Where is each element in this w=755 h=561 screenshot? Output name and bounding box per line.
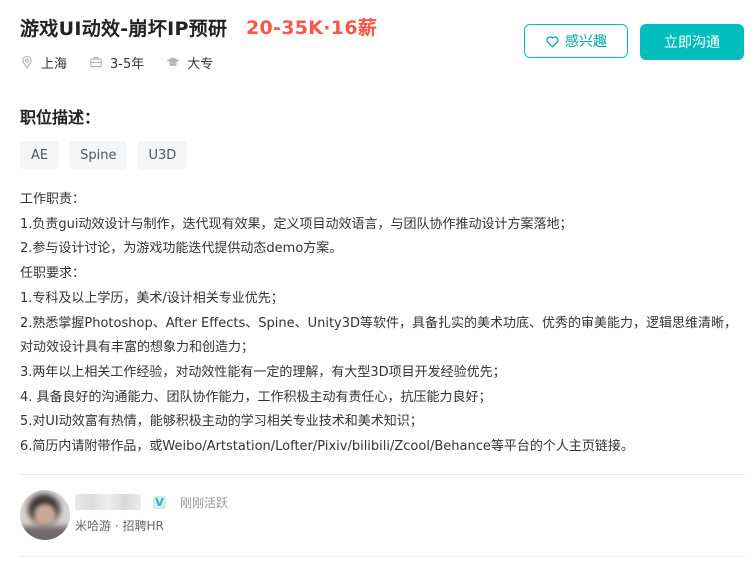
description-line: 1.专科及以上学历，美术/设计相关专业优先；	[20, 290, 284, 306]
avatar[interactable]	[20, 490, 70, 540]
skill-tag[interactable]: U3D	[137, 141, 188, 169]
section-title: 职位描述：	[20, 108, 101, 127]
description-line: 5.对UI动效富有热情，能够积极主动的学习相关专业技术和美术知识；	[20, 414, 423, 430]
description-line: 6.简历内请附带作品，或Weibo/Artstation/Lofter/Pixi…	[20, 439, 634, 455]
recruiter-company-role: 米哈游 · 招聘HR	[75, 519, 164, 533]
divider	[20, 474, 745, 475]
interest-button-label: 感兴趣	[565, 34, 607, 50]
location-icon	[22, 55, 32, 69]
job-meta: 上海 3-5年 大专	[20, 52, 235, 72]
interest-button[interactable]: 感兴趣	[524, 24, 628, 58]
recruiter-card[interactable]: V 刚刚活跃 米哈游 · 招聘HR	[20, 485, 420, 545]
skill-tags: AE Spine U3D	[20, 141, 188, 169]
skill-tag[interactable]: Spine	[69, 141, 128, 169]
meta-experience: 3-5年	[89, 53, 144, 72]
chat-now-button-label: 立即沟通	[664, 35, 720, 51]
education-text: 大专	[187, 56, 214, 72]
job-header: 游戏UI动效-崩坏IP预研 20-35K·16薪	[20, 10, 745, 46]
skill-tag[interactable]: AE	[20, 141, 60, 169]
description-line: 1.负责gui动效设计与制作，迭代现有效果，定义项目动效语言，与团队协作推动设计…	[20, 216, 573, 232]
recruiter-name-blurred	[75, 494, 141, 510]
city-text: 上海	[41, 56, 68, 72]
briefcase-icon	[90, 57, 102, 68]
description-line: 任职要求：	[20, 266, 86, 282]
description-line: 工作职责：	[20, 192, 86, 207]
job-description: 工作职责： 1.负责gui动效设计与制作，迭代现有效果，定义项目动效语言，与团队…	[20, 188, 750, 460]
recruiter-status: 刚刚活跃	[180, 496, 229, 510]
verified-icon: V	[153, 496, 166, 509]
job-title: 游戏UI动效-崩坏IP预研	[20, 18, 228, 40]
heart-icon	[546, 35, 559, 47]
graduation-cap-icon	[166, 57, 180, 67]
meta-city: 上海	[20, 53, 67, 72]
divider	[20, 556, 745, 557]
meta-education: 大专	[166, 53, 213, 72]
description-line: 2.熟悉掌握Photoshop、After Effects、Spine、Unit…	[20, 315, 738, 356]
description-line: 2.参与设计讨论，为游戏功能迭代提供动态demo方案。	[20, 241, 343, 257]
salary: 20-35K·16薪	[246, 17, 378, 39]
description-line: 4. 具备良好的沟通能力、团队协作能力，工作积极主动有责任心，抗压能力良好；	[20, 389, 492, 405]
experience-text: 3-5年	[110, 56, 145, 72]
chat-now-button[interactable]: 立即沟通	[640, 24, 744, 60]
description-line: 3.两年以上相关工作经验，对动效性能有一定的理解，有大型3D项目开发经验优先；	[20, 364, 506, 380]
